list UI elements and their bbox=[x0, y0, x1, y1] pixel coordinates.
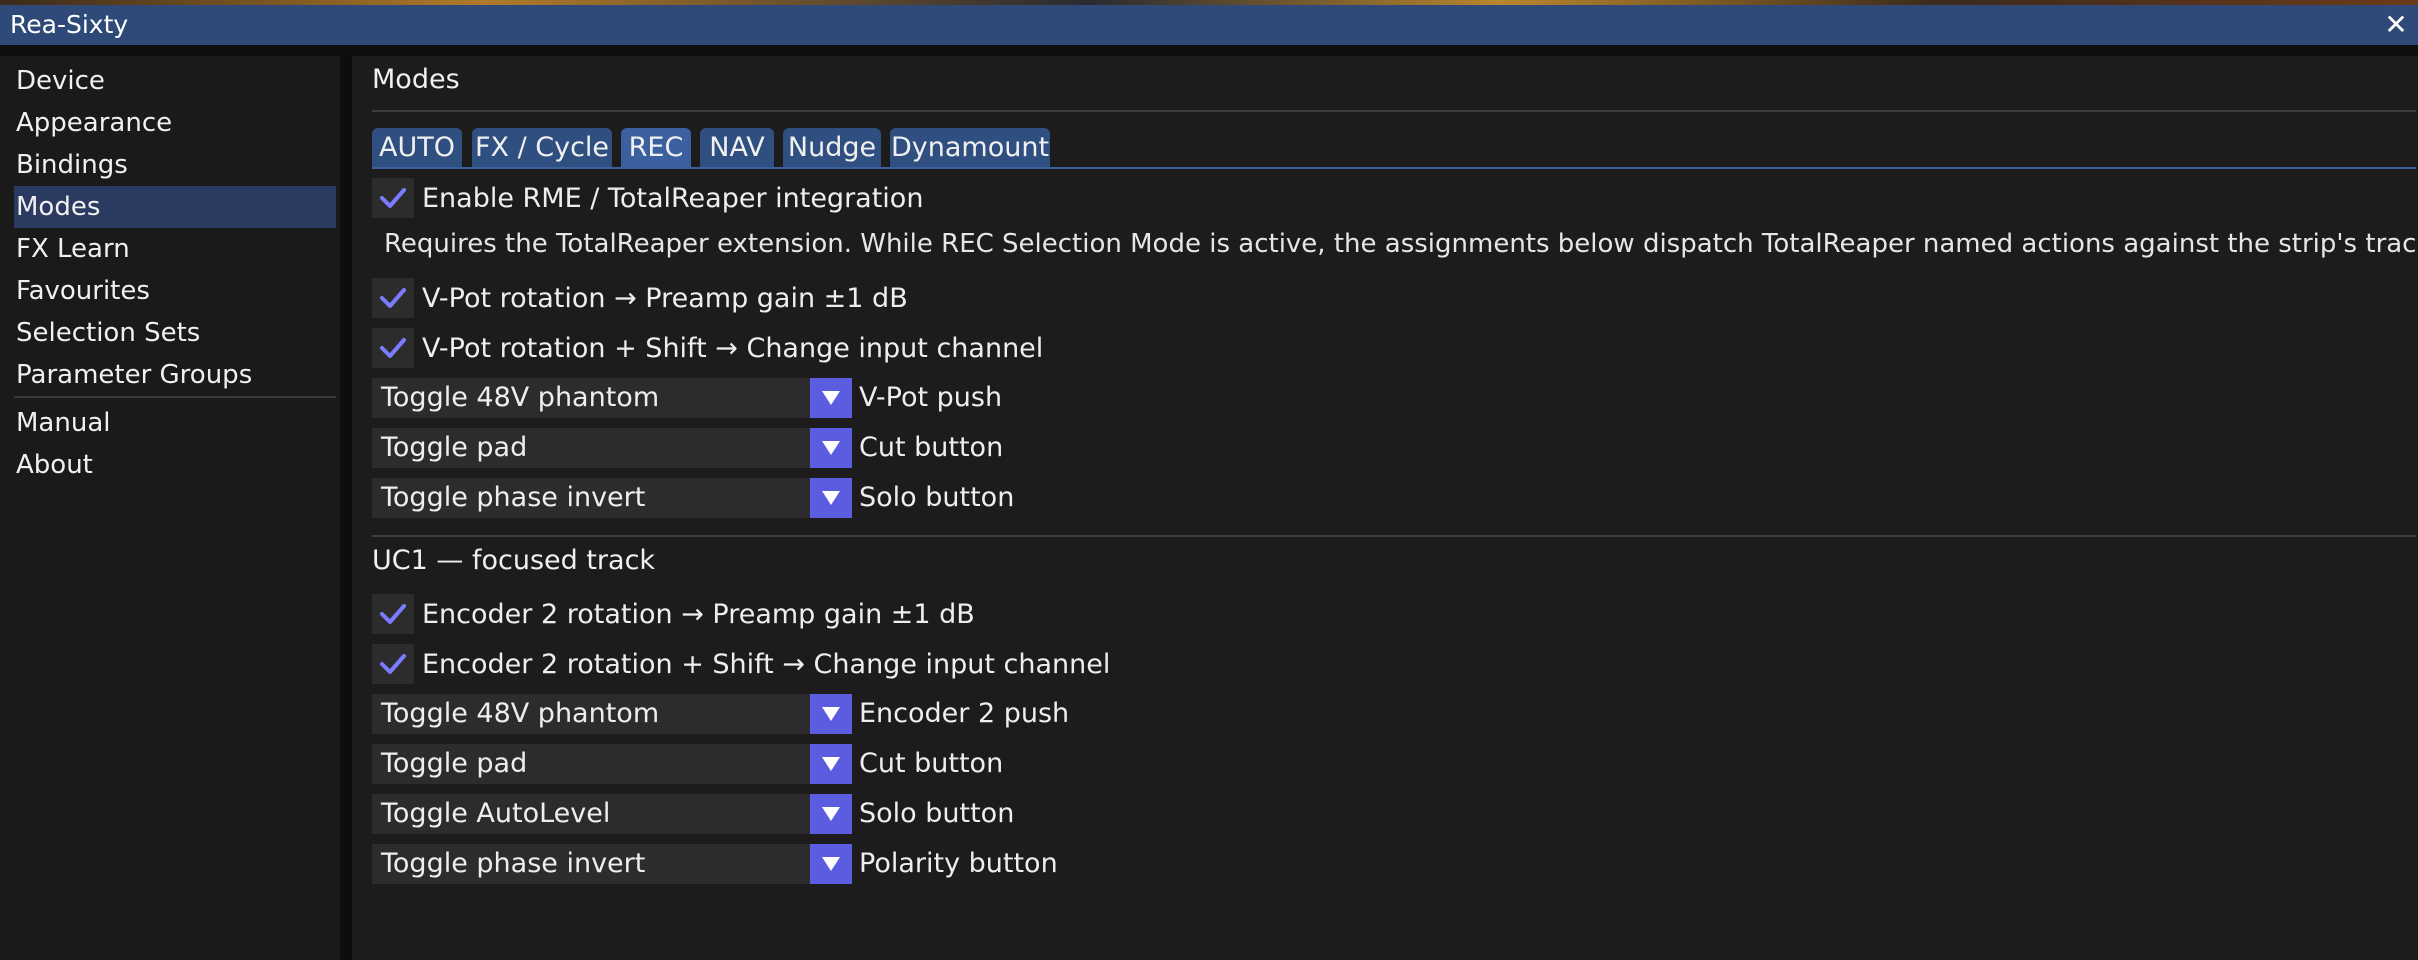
vpot-rotation-label: V-Pot rotation → Preamp gain ±1 dB bbox=[422, 282, 908, 314]
check-icon bbox=[380, 654, 406, 674]
tab-bar-underline bbox=[372, 167, 2416, 169]
sidebar-item-parameter-groups[interactable]: Parameter Groups bbox=[14, 354, 336, 396]
sidebar-item-manual[interactable]: Manual bbox=[14, 402, 336, 444]
vpot-rotation-shift-label: V-Pot rotation + Shift → Change input ch… bbox=[422, 332, 1044, 364]
tab-fx-cycle[interactable]: FX / Cycle bbox=[472, 128, 612, 168]
sidebar-item-fx-learn[interactable]: FX Learn bbox=[14, 228, 336, 270]
main-panel: Modes AUTO FX / Cycle REC NAV Nudge Dyna… bbox=[352, 56, 2418, 960]
encoder-rotation-label: Encoder 2 rotation → Preamp gain ±1 dB bbox=[422, 598, 975, 630]
sidebar-item-about[interactable]: About bbox=[14, 444, 336, 486]
cut-button-select[interactable]: Toggle pad bbox=[372, 428, 810, 468]
tab-nudge[interactable]: Nudge bbox=[783, 128, 881, 168]
cut-button-combo: Toggle pad bbox=[372, 428, 852, 468]
encoder-rotation-shift-label: Encoder 2 rotation + Shift → Change inpu… bbox=[422, 648, 1111, 680]
enable-rme-label: Enable RME / TotalReaper integration bbox=[422, 182, 924, 214]
dropdown-arrow-icon[interactable] bbox=[810, 794, 852, 834]
vpot-push-select[interactable]: Toggle 48V phantom bbox=[372, 378, 810, 418]
sidebar-divider bbox=[14, 396, 336, 398]
enable-rme-row: Enable RME / TotalReaper integration bbox=[372, 178, 923, 218]
dropdown-arrow-icon[interactable] bbox=[810, 428, 852, 468]
check-icon bbox=[380, 604, 406, 624]
sidebar: Device Appearance Bindings Modes FX Lear… bbox=[0, 56, 340, 960]
uc1-cut-button-caption: Cut button bbox=[859, 748, 1004, 779]
polarity-button-caption: Polarity button bbox=[859, 848, 1058, 879]
vpot-rotation-row: V-Pot rotation → Preamp gain ±1 dB bbox=[372, 278, 908, 318]
window-title: Rea-Sixty bbox=[10, 10, 129, 39]
dropdown-arrow-icon[interactable] bbox=[810, 844, 852, 884]
close-icon[interactable]: ✕ bbox=[2374, 5, 2418, 45]
tab-rec[interactable]: REC bbox=[621, 128, 691, 168]
vpot-rotation-checkbox[interactable] bbox=[372, 278, 414, 318]
encoder-push-select[interactable]: Toggle 48V phantom bbox=[372, 694, 810, 734]
tab-auto[interactable]: AUTO bbox=[372, 128, 462, 168]
polarity-button-combo: Toggle phase invert bbox=[372, 844, 852, 884]
enable-rme-checkbox[interactable] bbox=[372, 178, 414, 218]
check-icon bbox=[380, 188, 406, 208]
cut-button-caption: Cut button bbox=[859, 432, 1004, 463]
encoder-push-caption: Encoder 2 push bbox=[859, 698, 1070, 729]
solo-button-combo: Toggle phase invert bbox=[372, 478, 852, 518]
vpot-push-combo: Toggle 48V phantom bbox=[372, 378, 852, 418]
description-text: Requires the TotalReaper extension. Whil… bbox=[384, 229, 2416, 259]
vpot-rotation-shift-row: V-Pot rotation + Shift → Change input ch… bbox=[372, 328, 1043, 368]
uc1-cut-button-select[interactable]: Toggle pad bbox=[372, 744, 810, 784]
dropdown-arrow-icon[interactable] bbox=[810, 478, 852, 518]
uc1-solo-button-select[interactable]: Toggle AutoLevel bbox=[372, 794, 810, 834]
vpot-push-caption: V-Pot push bbox=[859, 382, 1003, 413]
page-title: Modes bbox=[372, 64, 460, 95]
heading-divider bbox=[372, 110, 2416, 112]
section-divider bbox=[372, 535, 2416, 537]
tab-dynamount[interactable]: Dynamount bbox=[890, 128, 1050, 168]
uc1-cut-button-combo: Toggle pad bbox=[372, 744, 852, 784]
sidebar-item-device[interactable]: Device bbox=[14, 60, 336, 102]
encoder-push-combo: Toggle 48V phantom bbox=[372, 694, 852, 734]
uc1-solo-button-combo: Toggle AutoLevel bbox=[372, 794, 852, 834]
check-icon bbox=[380, 288, 406, 308]
dropdown-arrow-icon[interactable] bbox=[810, 694, 852, 734]
tab-nav[interactable]: NAV bbox=[700, 128, 774, 168]
dropdown-arrow-icon[interactable] bbox=[810, 378, 852, 418]
check-icon bbox=[380, 338, 406, 358]
polarity-button-select[interactable]: Toggle phase invert bbox=[372, 844, 810, 884]
solo-button-caption: Solo button bbox=[859, 482, 1015, 513]
vpot-rotation-shift-checkbox[interactable] bbox=[372, 328, 414, 368]
sidebar-gutter bbox=[340, 56, 352, 960]
solo-button-select[interactable]: Toggle phase invert bbox=[372, 478, 810, 518]
sidebar-item-modes[interactable]: Modes bbox=[14, 186, 336, 228]
sidebar-item-favourites[interactable]: Favourites bbox=[14, 270, 336, 312]
encoder-rotation-checkbox[interactable] bbox=[372, 594, 414, 634]
encoder-rotation-shift-checkbox[interactable] bbox=[372, 644, 414, 684]
sidebar-item-appearance[interactable]: Appearance bbox=[14, 102, 336, 144]
sidebar-item-bindings[interactable]: Bindings bbox=[14, 144, 336, 186]
encoder-rotation-shift-row: Encoder 2 rotation + Shift → Change inpu… bbox=[372, 644, 1110, 684]
title-bar: Rea-Sixty ✕ bbox=[0, 5, 2418, 45]
uc1-solo-button-caption: Solo button bbox=[859, 798, 1015, 829]
encoder-rotation-row: Encoder 2 rotation → Preamp gain ±1 dB bbox=[372, 594, 975, 634]
dropdown-arrow-icon[interactable] bbox=[810, 744, 852, 784]
sidebar-item-selection-sets[interactable]: Selection Sets bbox=[14, 312, 336, 354]
uc1-section-title: UC1 — focused track bbox=[372, 545, 656, 576]
